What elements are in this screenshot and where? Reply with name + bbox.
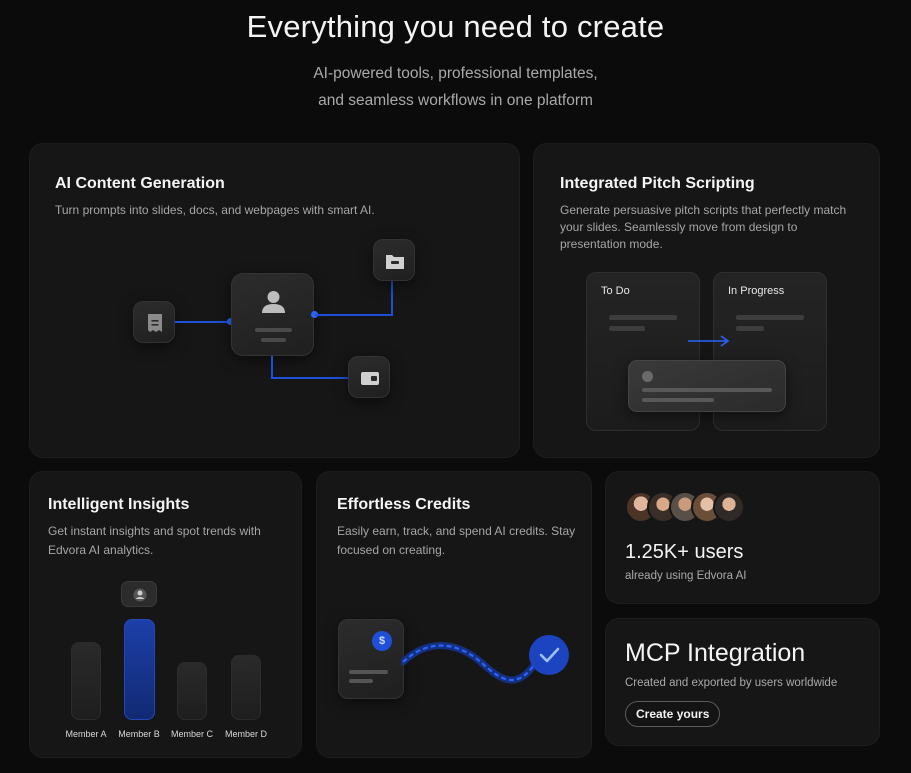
user-icon	[133, 588, 147, 602]
dollar-icon: $	[372, 631, 392, 651]
hero-subtitle-line2: and seamless workflows in one platform	[318, 92, 593, 109]
receipt-icon	[148, 314, 162, 332]
skeleton-line	[642, 388, 772, 392]
skeleton-line	[736, 326, 764, 331]
card-mcp-integration: MCP Integration Created and exported by …	[605, 618, 880, 746]
card-intelligent-insights: Intelligent Insights Get instant insight…	[29, 471, 302, 758]
connector-line	[271, 356, 273, 378]
user-node	[231, 273, 314, 356]
skeleton-line	[736, 315, 804, 320]
users-caption: already using Edvora AI	[625, 570, 747, 582]
mcp-caption: Created and exported by users worldwide	[625, 677, 838, 689]
insight-bar-member-c	[177, 662, 207, 720]
skeleton-line	[609, 315, 677, 320]
member-label: Member D	[224, 729, 267, 739]
hero-subtitle: AI-powered tools, professional templates…	[0, 60, 911, 114]
insight-bar-member-a	[71, 642, 101, 720]
create-yours-button[interactable]: Create yours	[625, 701, 721, 727]
user-icon	[255, 291, 292, 342]
card-description: Get instant insights and spot trends wit…	[48, 524, 261, 557]
connector-line	[391, 280, 393, 316]
card-users: 1.25K+ users already using Edvora AI	[605, 471, 880, 604]
connector-line	[271, 377, 350, 379]
card-description: Turn prompts into slides, docs, and webp…	[55, 203, 375, 217]
task-avatar-dot	[642, 371, 653, 382]
card-pitch-scripting: Integrated Pitch Scripting Generate pers…	[533, 143, 880, 458]
skeleton-line	[642, 398, 714, 402]
avatar-stack	[625, 491, 745, 527]
skeleton-line	[349, 679, 373, 683]
transfer-wave	[401, 642, 541, 684]
card-title: Integrated Pitch Scripting	[560, 175, 755, 192]
mcp-title: MCP Integration	[625, 639, 806, 667]
card-title: AI Content Generation	[55, 175, 225, 192]
hero-title: Everything you need to create	[246, 9, 665, 44]
connector-line	[175, 321, 231, 323]
checkmark-icon	[539, 647, 560, 663]
kanban-column-label: To Do	[601, 285, 630, 297]
kanban-column-label: In Progress	[728, 285, 785, 297]
card-description: Easily earn, track, and spend AI credits…	[337, 524, 576, 557]
dragged-task-card	[628, 360, 786, 412]
card-title: Effortless Credits	[337, 496, 471, 513]
card-title: Intelligent Insights	[48, 496, 190, 513]
receipt-node	[133, 301, 175, 343]
checkmark-badge	[529, 635, 569, 675]
credit-card-node: $	[338, 619, 404, 699]
insight-bar-member-d	[231, 655, 261, 720]
wallet-icon	[361, 372, 379, 385]
insight-bar-member-b	[124, 619, 155, 720]
wallet-node	[348, 356, 390, 398]
card-description: Generate persuasive pitch scripts that p…	[560, 203, 847, 251]
skeleton-line	[609, 326, 645, 331]
folder-node	[373, 239, 415, 281]
connector-line	[315, 314, 393, 316]
hero-subtitle-line1: AI-powered tools, professional templates…	[313, 65, 598, 82]
card-effortless-credits: Effortless Credits Easily earn, track, a…	[316, 471, 592, 758]
tooltip-avatar	[121, 581, 157, 607]
folder-icon	[386, 255, 404, 269]
skeleton-line	[349, 670, 388, 674]
arrow-right-icon	[688, 335, 730, 347]
users-count: 1.25K+ users	[625, 541, 744, 563]
card-ai-content-generation: AI Content Generation Turn prompts into …	[29, 143, 520, 458]
avatar	[713, 491, 745, 523]
